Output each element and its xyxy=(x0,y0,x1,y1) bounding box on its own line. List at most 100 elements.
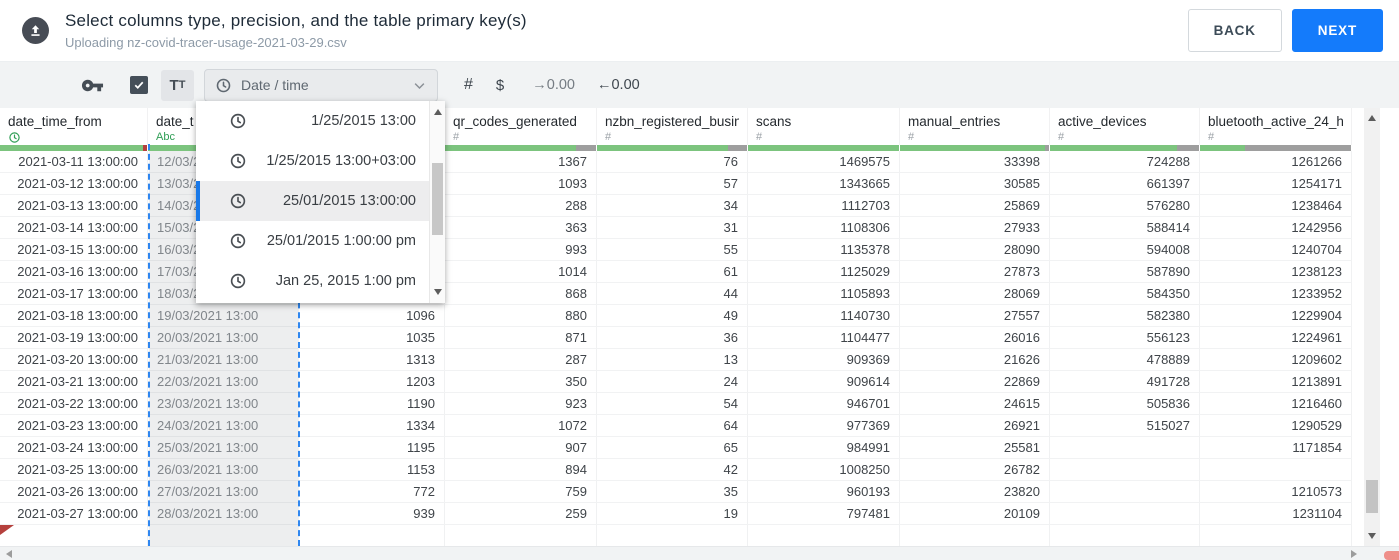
chevron-down-icon xyxy=(414,82,425,89)
table-cell: 27/03/2021 13:00 xyxy=(148,481,299,502)
table-cell: 1125029 xyxy=(748,261,900,282)
table-cell: 55 xyxy=(597,239,748,260)
column-header-nzbn_registered_busine[interactable]: nzbn_registered_busine # xyxy=(597,108,748,145)
scroll-right-arrow-icon[interactable] xyxy=(1351,550,1357,558)
table-cell: 1240704 xyxy=(1200,239,1352,260)
table-cell: 515027 xyxy=(1050,415,1200,436)
table-cell: 772 xyxy=(299,481,445,502)
dropdown-option[interactable]: 25/01/2015 13:00:00 xyxy=(196,181,429,221)
column-name: scans xyxy=(756,114,792,129)
column-name: qr_codes_generated xyxy=(453,114,577,129)
table-cell: 1216460 xyxy=(1200,393,1352,414)
table-cell: 880 xyxy=(445,305,597,326)
column-name: nzbn_registered_busine xyxy=(605,114,739,129)
table-cell: 42 xyxy=(597,459,748,480)
table-cell: 13 xyxy=(597,349,748,370)
table-cell xyxy=(748,525,900,546)
table-cell: 594008 xyxy=(1050,239,1200,260)
table-cell: 2021-03-14 13:00:00 xyxy=(0,217,148,238)
column-type-select[interactable]: Date / time xyxy=(204,68,438,102)
clock-icon xyxy=(229,152,247,170)
table-cell: 27557 xyxy=(900,305,1050,326)
dropdown-scrollbar[interactable] xyxy=(429,101,445,303)
scroll-up-arrow-icon[interactable] xyxy=(1368,115,1376,121)
table-row: 2021-03-19 13:00:00 20/03/2021 13:00 1035 8… xyxy=(0,327,1352,349)
table-cell: 28/03/2021 13:00 xyxy=(148,503,299,524)
dropdown-option[interactable]: 1/25/2015 13:00+03:00 xyxy=(196,141,429,181)
table-cell: 288 xyxy=(445,195,597,216)
column-type-label-text: # xyxy=(908,131,915,143)
scroll-left-arrow-icon[interactable] xyxy=(6,550,12,558)
text-type-button[interactable]: TT xyxy=(161,69,194,101)
primary-key-icon[interactable] xyxy=(80,74,104,97)
table-cell: 505836 xyxy=(1050,393,1200,414)
table-cell: 1195 xyxy=(299,437,445,458)
table-cell xyxy=(597,525,748,546)
clock-icon xyxy=(229,192,247,210)
table-cell: 44 xyxy=(597,283,748,304)
table-cell: 977369 xyxy=(748,415,900,436)
scroll-down-arrow-icon[interactable] xyxy=(434,289,442,295)
boolean-type-checkbox[interactable] xyxy=(130,76,148,94)
table-cell: 49 xyxy=(597,305,748,326)
table-cell: 25869 xyxy=(900,195,1050,216)
table-cell: 1096 xyxy=(299,305,445,326)
dropdown-option[interactable]: Jan 25, 2015 1:00 pm xyxy=(196,261,429,301)
scroll-down-arrow-icon[interactable] xyxy=(1368,533,1376,539)
table-cell: 19/03/2021 13:00 xyxy=(148,305,299,326)
table-cell: 2021-03-18 13:00:00 xyxy=(0,305,148,326)
table-cell: 350 xyxy=(445,371,597,392)
table-cell: 909369 xyxy=(748,349,900,370)
dropdown-option[interactable]: 1/25/2015 13:00 xyxy=(196,101,429,141)
table-row: 2021-03-26 13:00:00 27/03/2021 13:00 772 75… xyxy=(0,481,1352,503)
scroll-up-arrow-icon[interactable] xyxy=(434,109,442,115)
table-cell: 1229904 xyxy=(1200,305,1352,326)
number-type-button[interactable]: # xyxy=(464,76,473,94)
column-header-qr_codes_generated[interactable]: qr_codes_generated # xyxy=(445,108,597,145)
clock-icon xyxy=(229,112,247,130)
table-cell: 24615 xyxy=(900,393,1050,414)
table-cell: 939 xyxy=(299,503,445,524)
column-header-scans[interactable]: scans # xyxy=(748,108,900,145)
table-cell: 2021-03-27 13:00:00 xyxy=(0,503,148,524)
table-row: 2021-03-27 13:00:00 28/03/2021 13:00 939 25… xyxy=(0,503,1352,525)
table-cell: 478889 xyxy=(1050,349,1200,370)
vertical-scrollbar-thumb[interactable] xyxy=(1366,480,1378,513)
clock-icon xyxy=(229,232,247,250)
table-cell: 1072 xyxy=(445,415,597,436)
horizontal-scrollbar[interactable] xyxy=(0,546,1399,560)
column-type-label xyxy=(8,131,139,144)
back-button[interactable]: BACK xyxy=(1187,9,1282,52)
dropdown-option[interactable]: 25/01/2015 1:00:00 pm xyxy=(196,221,429,261)
column-header-active_devices[interactable]: active_devices # xyxy=(1050,108,1200,145)
table-cell: 20/03/2021 13:00 xyxy=(148,327,299,348)
vertical-scrollbar[interactable] xyxy=(1364,108,1380,546)
next-button[interactable]: NEXT xyxy=(1291,9,1383,52)
table-cell: 1313 xyxy=(299,349,445,370)
currency-type-button[interactable]: $ xyxy=(496,77,504,94)
table-cell: 2021-03-19 13:00:00 xyxy=(0,327,148,348)
table-cell: 26782 xyxy=(900,459,1050,480)
table-cell: 993 xyxy=(445,239,597,260)
table-cell: 24 xyxy=(597,371,748,392)
decrease-decimals-button[interactable]: →0.00 xyxy=(532,77,575,93)
column-header-bluetooth_active_24_hr_[interactable]: bluetooth_active_24_hr_ # xyxy=(1200,108,1352,145)
table-cell: 27873 xyxy=(900,261,1050,282)
table-cell: 1135378 xyxy=(748,239,900,260)
column-type-label: # xyxy=(453,131,588,144)
table-cell: 587890 xyxy=(1050,261,1200,282)
table-cell: 1334 xyxy=(299,415,445,436)
table-cell: 21626 xyxy=(900,349,1050,370)
dropdown-scrollbar-thumb[interactable] xyxy=(432,163,443,235)
column-name: date_time_from xyxy=(8,114,102,129)
column-header-date_time_from[interactable]: date_time_from xyxy=(0,108,148,145)
column-type-label-text: # xyxy=(1058,131,1065,143)
increase-decimals-button[interactable]: ←0.00 xyxy=(597,77,640,93)
table-cell: 868 xyxy=(445,283,597,304)
column-header-manual_entries[interactable]: manual_entries # xyxy=(900,108,1050,145)
table-cell: 2021-03-13 13:00:00 xyxy=(0,195,148,216)
table-cell: 1108306 xyxy=(748,217,900,238)
column-name: bluetooth_active_24_hr_ xyxy=(1208,114,1343,129)
table-row: 2021-03-25 13:00:00 26/03/2021 13:00 1153 8… xyxy=(0,459,1352,481)
table-cell: 22869 xyxy=(900,371,1050,392)
